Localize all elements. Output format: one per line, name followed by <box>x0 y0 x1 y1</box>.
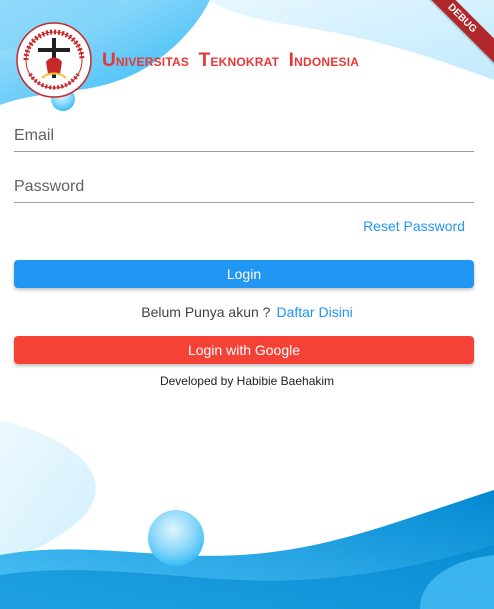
signup-prompt: Belum Punya akun ? <box>141 304 271 320</box>
signup-link[interactable]: Daftar Disini <box>276 304 352 320</box>
google-login-button[interactable]: Login with Google <box>14 336 474 364</box>
developer-credit: Developed by Habibie Baehakim <box>159 374 335 388</box>
university-logo <box>16 22 92 98</box>
email-input[interactable] <box>14 127 474 145</box>
brand-word: INDONESIA <box>288 50 360 71</box>
password-input[interactable] <box>14 178 474 196</box>
reset-password-link[interactable]: Reset Password <box>363 218 465 234</box>
email-field[interactable] <box>14 111 474 152</box>
password-field[interactable] <box>14 162 474 203</box>
login-button[interactable]: Login <box>14 260 474 288</box>
brand-title: UNIVERSITAS TEKNOKRAT INDONESIA <box>102 50 365 72</box>
brand-word: UNIVERSITAS <box>102 50 190 71</box>
brand-word: TEKNOKRAT <box>198 50 280 71</box>
signup-row: Belum Punya akun ? Daftar Disini <box>0 304 494 320</box>
